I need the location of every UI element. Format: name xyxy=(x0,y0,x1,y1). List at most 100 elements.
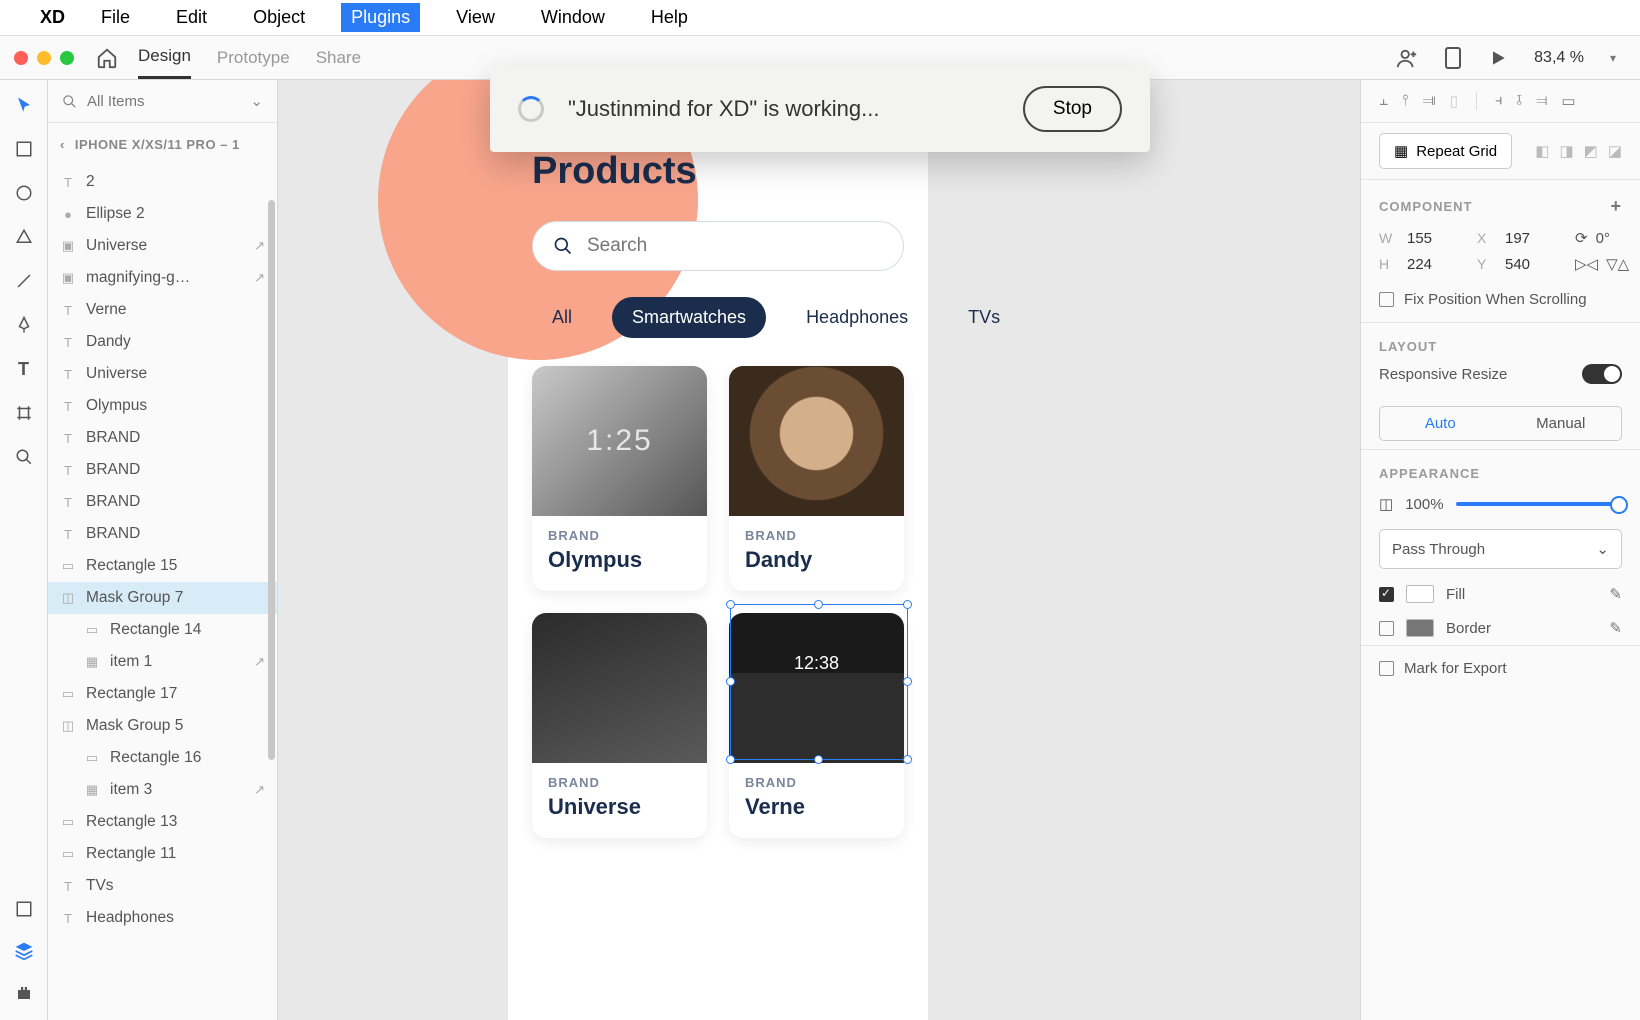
rotation-value[interactable]: 0° xyxy=(1596,230,1610,247)
layer-item[interactable]: ▦item 3↗ xyxy=(48,774,277,806)
flip-v-icon[interactable]: ▽△ xyxy=(1606,255,1629,273)
align-top-icon[interactable]: ⫠ xyxy=(1379,92,1388,110)
align-right-icon[interactable]: ⫤ xyxy=(1536,92,1547,110)
menu-window[interactable]: Window xyxy=(531,3,615,32)
filter-headphones[interactable]: Headphones xyxy=(786,297,928,338)
flip-h-icon[interactable]: ▷◁ xyxy=(1575,255,1598,273)
plugins-panel-icon[interactable] xyxy=(13,982,35,1004)
layer-item[interactable]: ▭Rectangle 17 xyxy=(48,678,277,710)
menu-plugins[interactable]: Plugins xyxy=(341,3,420,32)
align-stretch-h-icon[interactable]: ▭ xyxy=(1561,92,1575,110)
layer-item[interactable]: TBRAND xyxy=(48,518,277,550)
zoom-tool-icon[interactable] xyxy=(13,446,35,468)
window-controls[interactable] xyxy=(14,51,74,65)
layer-item[interactable]: ▭Rectangle 14 xyxy=(48,614,277,646)
responsive-toggle[interactable] xyxy=(1582,364,1622,384)
layer-item[interactable]: T2 xyxy=(48,166,277,198)
rectangle-tool-icon[interactable] xyxy=(13,138,35,160)
menu-file[interactable]: File xyxy=(91,3,140,32)
device-preview-icon[interactable] xyxy=(1444,46,1462,70)
layer-item[interactable]: ▭Rectangle 11 xyxy=(48,838,277,870)
fill-checkbox[interactable] xyxy=(1379,587,1394,602)
align-hcenter-icon[interactable]: ⫱ xyxy=(1516,92,1522,110)
home-icon[interactable] xyxy=(96,47,118,69)
invite-icon[interactable] xyxy=(1396,47,1418,69)
mark-export-checkbox[interactable] xyxy=(1379,661,1394,676)
zoom-value[interactable]: 83,4 % xyxy=(1534,49,1584,67)
resize-auto[interactable]: Auto xyxy=(1380,407,1501,440)
layer-item[interactable]: ▦item 1↗ xyxy=(48,646,277,678)
artboard-breadcrumb[interactable]: ‹ IPHONE X/XS/11 PRO – 1 xyxy=(48,123,277,166)
rotate-icon[interactable]: ⟳ xyxy=(1575,229,1588,247)
filter-tvs[interactable]: TVs xyxy=(948,297,1020,338)
align-stretch-v-icon[interactable]: ▯ xyxy=(1450,92,1458,110)
layer-item[interactable]: ▭Rectangle 15 xyxy=(48,550,277,582)
menu-view[interactable]: View xyxy=(446,3,505,32)
fill-swatch[interactable] xyxy=(1406,585,1434,603)
close-window[interactable] xyxy=(14,51,28,65)
polygon-tool-icon[interactable] xyxy=(13,226,35,248)
text-tool-icon[interactable]: T xyxy=(13,358,35,380)
maximize-window[interactable] xyxy=(60,51,74,65)
boolean-exclude-icon[interactable]: ◪ xyxy=(1608,142,1622,160)
selection-box[interactable] xyxy=(730,604,908,760)
chevron-down-icon[interactable]: ⌄ xyxy=(250,92,263,110)
filter-all[interactable]: All xyxy=(532,297,592,338)
tab-design[interactable]: Design xyxy=(138,36,191,79)
layer-item[interactable]: ◫Mask Group 5 xyxy=(48,710,277,742)
layer-item[interactable]: TBRAND xyxy=(48,422,277,454)
layer-item[interactable]: ●Ellipse 2 xyxy=(48,198,277,230)
fix-position-checkbox[interactable] xyxy=(1379,292,1394,307)
menu-help[interactable]: Help xyxy=(641,3,698,32)
align-bottom-icon[interactable]: ⫥ xyxy=(1423,92,1436,110)
boolean-add-icon[interactable]: ◧ xyxy=(1535,142,1549,160)
menu-object[interactable]: Object xyxy=(243,3,315,32)
align-vcenter-icon[interactable]: ⫯ xyxy=(1402,92,1409,110)
menu-edit[interactable]: Edit xyxy=(166,3,217,32)
layer-item[interactable]: ▣Universe↗ xyxy=(48,230,277,262)
assets-icon[interactable] xyxy=(13,898,35,920)
layer-item[interactable]: TDandy xyxy=(48,326,277,358)
resize-mode-segment[interactable]: Auto Manual xyxy=(1379,406,1622,441)
layers-scrollbar[interactable] xyxy=(268,200,275,760)
fix-position-row[interactable]: Fix Position When Scrolling xyxy=(1361,287,1640,322)
layer-item[interactable]: TTVs xyxy=(48,870,277,902)
fill-eyedropper-icon[interactable]: ✎ xyxy=(1609,585,1622,603)
border-eyedropper-icon[interactable]: ✎ xyxy=(1609,619,1622,637)
zoom-chevron-icon[interactable]: ▾ xyxy=(1610,51,1616,65)
play-icon[interactable] xyxy=(1488,48,1508,68)
stop-button[interactable]: Stop xyxy=(1023,86,1122,132)
resize-manual[interactable]: Manual xyxy=(1501,407,1622,440)
layers-search[interactable]: All Items ⌄ xyxy=(48,80,277,123)
boolean-subtract-icon[interactable]: ◨ xyxy=(1559,142,1573,160)
layer-item[interactable]: TBRAND xyxy=(48,454,277,486)
ellipse-tool-icon[interactable] xyxy=(13,182,35,204)
layer-item[interactable]: ▭Rectangle 16 xyxy=(48,742,277,774)
layer-item[interactable]: ◫Mask Group 7 xyxy=(48,582,277,614)
opacity-slider[interactable] xyxy=(1456,502,1622,506)
layer-item[interactable]: TBRAND xyxy=(48,486,277,518)
filter-smartwatches[interactable]: Smartwatches xyxy=(612,297,766,338)
select-tool-icon[interactable] xyxy=(13,94,35,116)
line-tool-icon[interactable] xyxy=(13,270,35,292)
layer-item[interactable]: ▣magnifying-g…↗ xyxy=(48,262,277,294)
app-name[interactable]: XD xyxy=(40,7,65,28)
canvas[interactable]: 2 Products All Smartwatches Headphones T… xyxy=(278,80,1360,1020)
x-value[interactable]: 197 xyxy=(1505,230,1565,247)
mark-export-row[interactable]: Mark for Export xyxy=(1361,646,1640,691)
layers-icon[interactable] xyxy=(13,940,35,962)
align-left-icon[interactable]: ⫞ xyxy=(1495,92,1503,110)
opacity-value[interactable]: 100% xyxy=(1405,496,1443,513)
w-value[interactable]: 155 xyxy=(1407,230,1467,247)
layer-item[interactable]: TOlympus xyxy=(48,390,277,422)
boolean-intersect-icon[interactable]: ◩ xyxy=(1584,142,1598,160)
layer-item[interactable]: TVerne xyxy=(48,294,277,326)
layer-item[interactable]: TUniverse xyxy=(48,358,277,390)
tab-prototype[interactable]: Prototype xyxy=(217,36,290,79)
pen-tool-icon[interactable] xyxy=(13,314,35,336)
h-value[interactable]: 224 xyxy=(1407,256,1467,273)
artboard-tool-icon[interactable] xyxy=(13,402,35,424)
search-input[interactable] xyxy=(587,235,883,257)
y-value[interactable]: 540 xyxy=(1505,256,1565,273)
add-component-icon[interactable]: + xyxy=(1610,196,1622,217)
